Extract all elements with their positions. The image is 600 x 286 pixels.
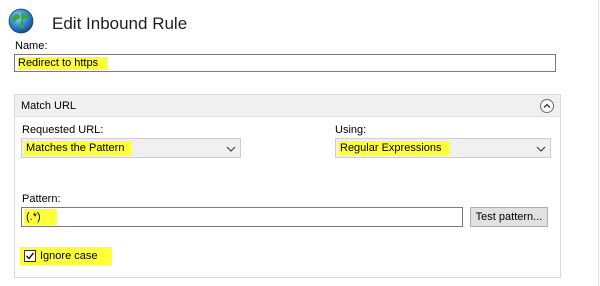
edit-inbound-rule-dialog: Edit Inbound Rule Name: Redirect to http… [0,0,600,286]
chevron-down-icon [536,144,546,152]
test-pattern-button[interactable]: Test pattern... [470,207,548,227]
ignore-case-checkbox[interactable] [24,250,36,262]
requested-url-label: Requested URL: [22,124,104,136]
ignore-case-label: Ignore case [40,250,98,262]
chevron-down-icon [226,144,236,152]
name-label: Name: [15,40,48,52]
globe-icon [8,8,34,34]
pattern-input[interactable]: (.*) [21,207,463,227]
using-value: Regular Expressions [338,141,450,155]
match-url-section: Match URL Requested URL: Matches the Pat… [14,94,561,278]
checkmark-icon [26,252,35,260]
chevron-up-circle-icon[interactable] [540,99,554,113]
name-value: Redirect to https [18,57,109,70]
requested-url-dropdown[interactable]: Matches the Pattern [21,138,241,158]
window-border-right [598,0,599,286]
dialog-title: Edit Inbound Rule [52,14,188,33]
pattern-value: (.*) [24,209,57,225]
requested-url-value: Matches the Pattern [24,141,133,155]
using-dropdown[interactable]: Regular Expressions [335,138,551,158]
name-input[interactable]: Redirect to https [14,54,556,72]
pattern-label: Pattern: [22,193,61,205]
match-url-header[interactable]: Match URL [15,95,560,117]
section-title: Match URL [21,100,77,112]
ignore-case-row[interactable]: Ignore case [20,247,112,265]
using-label: Using: [335,124,367,136]
